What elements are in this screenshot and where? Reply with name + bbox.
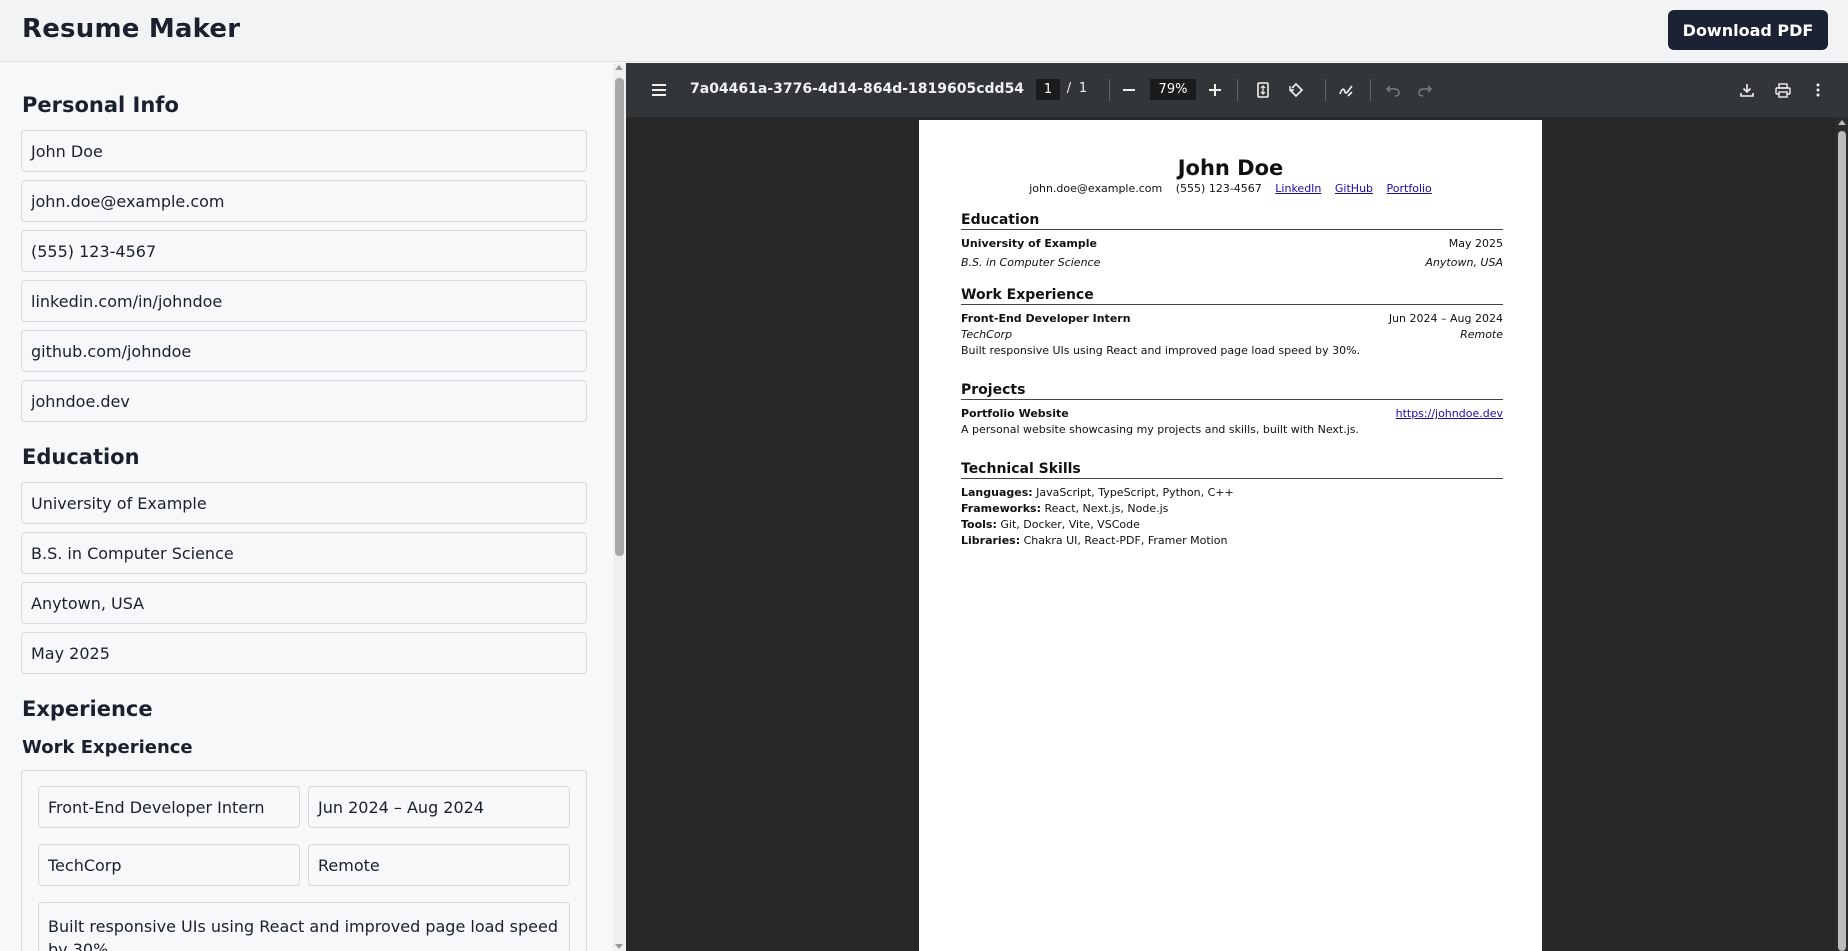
toolbar-divider <box>1237 79 1238 101</box>
skill-label: Tools: <box>961 518 997 531</box>
skill-value: React, Next.js, Node.js <box>1044 502 1169 515</box>
personal-info-heading: Personal Info <box>22 93 179 117</box>
skill-value: Chakra UI, React-PDF, Framer Motion <box>1023 534 1228 547</box>
work-location-field[interactable]: Remote <box>308 844 570 886</box>
download-icon[interactable] <box>1732 75 1762 105</box>
resume-phone: (555) 123-4567 <box>1175 182 1262 195</box>
resume-work-company: TechCorp <box>961 328 1013 341</box>
resume-skill-line: Languages: JavaScript, TypeScript, Pytho… <box>961 486 1234 499</box>
resume-edu-degree: B.S. in Computer Science <box>961 256 1101 269</box>
resume-education-heading: Education <box>961 212 1503 230</box>
zoom-in-icon[interactable] <box>1200 75 1230 105</box>
pdf-scroll-thumb[interactable] <box>1838 131 1846 951</box>
resume-skill-line: Libraries: Chakra UI, React-PDF, Framer … <box>961 534 1227 547</box>
scroll-up-arrow-icon[interactable] <box>615 65 623 70</box>
resume-edu-location: Anytown, USA <box>1425 256 1503 269</box>
menu-icon[interactable] <box>644 75 674 105</box>
resume-work-role: Front-End Developer Intern <box>961 312 1131 325</box>
resume-edu-date: May 2025 <box>1448 237 1503 250</box>
rotate-icon[interactable] <box>1281 75 1311 105</box>
annotate-icon[interactable] <box>1331 75 1361 105</box>
resume-contact-line: john.doe@example.com (555) 123-4567 Link… <box>919 182 1542 195</box>
website-field[interactable]: johndoe.dev <box>21 380 587 422</box>
skill-label: Languages: <box>961 486 1033 499</box>
form-scroll-thumb[interactable] <box>615 78 624 556</box>
app-title: Resume Maker <box>22 14 241 44</box>
page-number-input[interactable]: 1 <box>1036 79 1060 100</box>
pdf-scroll-up-arrow-icon[interactable] <box>1838 120 1846 125</box>
resume-name: John Doe <box>1177 156 1284 180</box>
resume-linkedin-link[interactable]: LinkedIn <box>1275 182 1321 195</box>
resume-email: john.doe@example.com <box>1029 182 1163 195</box>
form-panel: Personal Info John Doe john.doe@example.… <box>0 63 613 951</box>
skill-value: JavaScript, TypeScript, Python, C++ <box>1036 486 1234 499</box>
resume-work-heading: Work Experience <box>961 287 1503 305</box>
school-field[interactable]: University of Example <box>21 482 587 524</box>
toolbar-divider <box>1370 79 1371 101</box>
resume-portfolio-link[interactable]: Portfolio <box>1387 182 1432 195</box>
education-heading: Education <box>22 445 140 469</box>
github-field[interactable]: github.com/johndoe <box>21 330 587 372</box>
toolbar-divider <box>1325 79 1326 101</box>
work-experience-heading: Work Experience <box>22 737 193 758</box>
email-field[interactable]: john.doe@example.com <box>21 180 587 222</box>
zoom-input[interactable]: 79% <box>1150 79 1196 100</box>
undo-icon[interactable] <box>1378 75 1408 105</box>
work-experience-card: Front-End Developer Intern Jun 2024 – Au… <box>21 770 587 951</box>
resume-projects-heading: Projects <box>961 382 1503 400</box>
education-location-field[interactable]: Anytown, USA <box>21 582 587 624</box>
more-options-icon[interactable] <box>1803 75 1833 105</box>
skill-label: Libraries: <box>961 534 1021 547</box>
linkedin-field[interactable]: linkedin.com/in/johndoe <box>21 280 587 322</box>
page-separator: / <box>1066 81 1072 96</box>
print-icon[interactable] <box>1768 75 1798 105</box>
pdf-toolbar: 7a04461a-3776-4d14-864d-1819605cdd54 1 /… <box>626 63 1848 117</box>
download-pdf-button[interactable]: Download PDF <box>1668 10 1828 50</box>
degree-field[interactable]: B.S. in Computer Science <box>21 532 587 574</box>
zoom-out-icon[interactable] <box>1114 75 1144 105</box>
toolbar-divider <box>1109 79 1110 101</box>
resume-skill-line: Frameworks: React, Next.js, Node.js <box>961 502 1168 515</box>
form-scrollbar[interactable] <box>613 63 626 951</box>
pdf-viewer: 7a04461a-3776-4d14-864d-1819605cdd54 1 /… <box>626 63 1848 951</box>
resume-project-name: Portfolio Website <box>961 407 1069 420</box>
app-header: Resume Maker Download PDF <box>0 0 1848 62</box>
redo-icon[interactable] <box>1410 75 1440 105</box>
resume-skills-heading: Technical Skills <box>961 461 1503 479</box>
resume-edu-school: University of Example <box>961 237 1097 250</box>
phone-field[interactable]: (555) 123-4567 <box>21 230 587 272</box>
company-field[interactable]: TechCorp <box>38 844 300 886</box>
resume-project-description: A personal website showcasing my project… <box>961 423 1360 436</box>
resume-project-link[interactable]: https://johndoe.dev <box>1396 407 1503 420</box>
resume-work-description: Built responsive UIs using React and imp… <box>961 344 1361 357</box>
resume-work-location: Remote <box>1460 328 1503 341</box>
work-description-field[interactable]: Built responsive UIs using React and imp… <box>38 902 570 951</box>
pdf-scrollbar[interactable] <box>1835 117 1848 951</box>
resume-skill-line: Tools: Git, Docker, Vite, VSCode <box>961 518 1140 531</box>
pdf-filename: 7a04461a-3776-4d14-864d-1819605cdd54 <box>690 81 1025 97</box>
skill-label: Frameworks: <box>961 502 1041 515</box>
page-total: 1 <box>1078 81 1088 96</box>
scroll-down-arrow-icon[interactable] <box>615 944 623 949</box>
resume-page: John Doe john.doe@example.com (555) 123-… <box>919 120 1542 951</box>
resume-work-dates: Jun 2024 – Aug 2024 <box>1388 312 1503 325</box>
skill-value: Git, Docker, Vite, VSCode <box>1000 518 1140 531</box>
role-field[interactable]: Front-End Developer Intern <box>38 786 300 828</box>
experience-heading: Experience <box>22 697 153 721</box>
fit-page-icon[interactable] <box>1248 75 1278 105</box>
name-field[interactable]: John Doe <box>21 130 587 172</box>
work-dates-field[interactable]: Jun 2024 – Aug 2024 <box>308 786 570 828</box>
resume-github-link[interactable]: GitHub <box>1335 182 1373 195</box>
education-date-field[interactable]: May 2025 <box>21 632 587 674</box>
